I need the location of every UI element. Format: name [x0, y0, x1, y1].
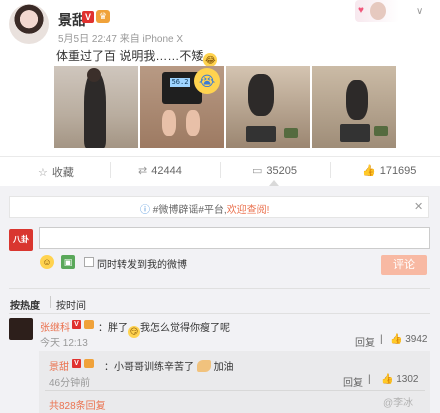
crying-emoji-icon: 😭: [194, 68, 220, 94]
like-button[interactable]: 👍 171695: [362, 164, 416, 177]
reply-button[interactable]: 回复: [343, 374, 363, 389]
crown-icon: [84, 320, 94, 329]
comment-time: 今天 12:13: [40, 338, 88, 349]
divider: |: [380, 334, 383, 345]
emoji-icon[interactable]: ☺: [40, 255, 54, 269]
post-text: 体重过了百 说明我……不矮 😂: [56, 49, 218, 67]
divider: [9, 288, 430, 289]
comment-button[interactable]: ▭ 35205: [252, 164, 297, 177]
crown-icon: [84, 359, 94, 368]
reply-time: 46分钟前: [49, 378, 91, 389]
post-meta: 5月5日 22:47 来自 iPhone X: [58, 34, 184, 45]
notice-link[interactable]: 欢迎查阅!: [227, 205, 270, 216]
author-avatar[interactable]: [9, 4, 49, 44]
divider: [0, 156, 440, 157]
submit-comment-button[interactable]: 评论: [381, 255, 427, 275]
notice-text: ⓘ #微博辟谣#平台,欢迎查阅!: [140, 205, 270, 216]
divider: |: [368, 374, 371, 385]
commenter-name[interactable]: 张继科: [40, 319, 70, 334]
divider: [9, 313, 430, 314]
decoration-portrait: [370, 2, 386, 20]
thumbs-up-icon: 👍: [362, 165, 376, 177]
more-replies-link[interactable]: 共828条回复: [49, 397, 106, 412]
info-icon: ⓘ: [140, 205, 150, 216]
reply-author-name[interactable]: 景甜: [49, 358, 69, 373]
divider: [330, 162, 331, 178]
repost-button[interactable]: ⇄ 42444: [138, 164, 182, 177]
reply-text: ：小哥哥训练辛苦了 加油: [104, 360, 234, 373]
muscle-emoji-icon: [196, 360, 211, 372]
smirk-emoji-icon: 😏: [128, 326, 140, 338]
sort-by-hot-tab[interactable]: 按热度: [10, 297, 40, 312]
watermark: @李冰: [383, 398, 414, 409]
also-repost-label: 同时转发到我的微博: [97, 260, 187, 271]
laugh-cry-emoji-icon: 😂: [203, 53, 218, 67]
divider: [110, 162, 111, 178]
heart-icon: ♥: [358, 5, 364, 16]
crown-icon: ♛: [96, 10, 110, 23]
post-photo-1[interactable]: [54, 66, 138, 148]
star-icon: ☆: [38, 167, 48, 179]
sort-by-time-tab[interactable]: 按时间: [56, 297, 86, 312]
verified-icon: V: [72, 320, 81, 329]
also-repost-checkbox[interactable]: [84, 257, 94, 267]
image-icon[interactable]: ▣: [61, 255, 75, 269]
divider: [220, 162, 221, 178]
comment-text: ：胖了 😏 我怎么觉得你瘦了呢: [98, 323, 230, 338]
reply-like-button[interactable]: 👍 1302: [381, 374, 418, 385]
reply-button[interactable]: 回复: [355, 334, 375, 349]
verified-icon: V: [72, 359, 81, 368]
close-icon[interactable]: ✕: [414, 200, 423, 213]
comment-input[interactable]: [39, 227, 430, 249]
post-photo-4[interactable]: [312, 66, 396, 148]
divider: [50, 296, 51, 308]
favorite-button[interactable]: ☆ 收藏: [38, 164, 74, 180]
thumbs-up-icon: 👍: [390, 334, 403, 345]
scale-readout: 56.2: [170, 78, 190, 87]
chevron-down-icon[interactable]: ∨: [416, 6, 423, 17]
post-photo-2[interactable]: 56.2 😭: [140, 66, 224, 148]
my-avatar: 八卦: [9, 229, 33, 251]
comment-like-button[interactable]: 👍 3942: [390, 334, 427, 345]
comment-icon: ▭: [252, 165, 263, 177]
repost-icon: ⇄: [138, 165, 148, 177]
post-photo-3[interactable]: [226, 66, 310, 148]
divider: [45, 390, 425, 391]
commenter-avatar[interactable]: [9, 318, 33, 340]
thumbs-up-icon: 👍: [381, 374, 394, 385]
verified-icon: V: [82, 11, 94, 23]
